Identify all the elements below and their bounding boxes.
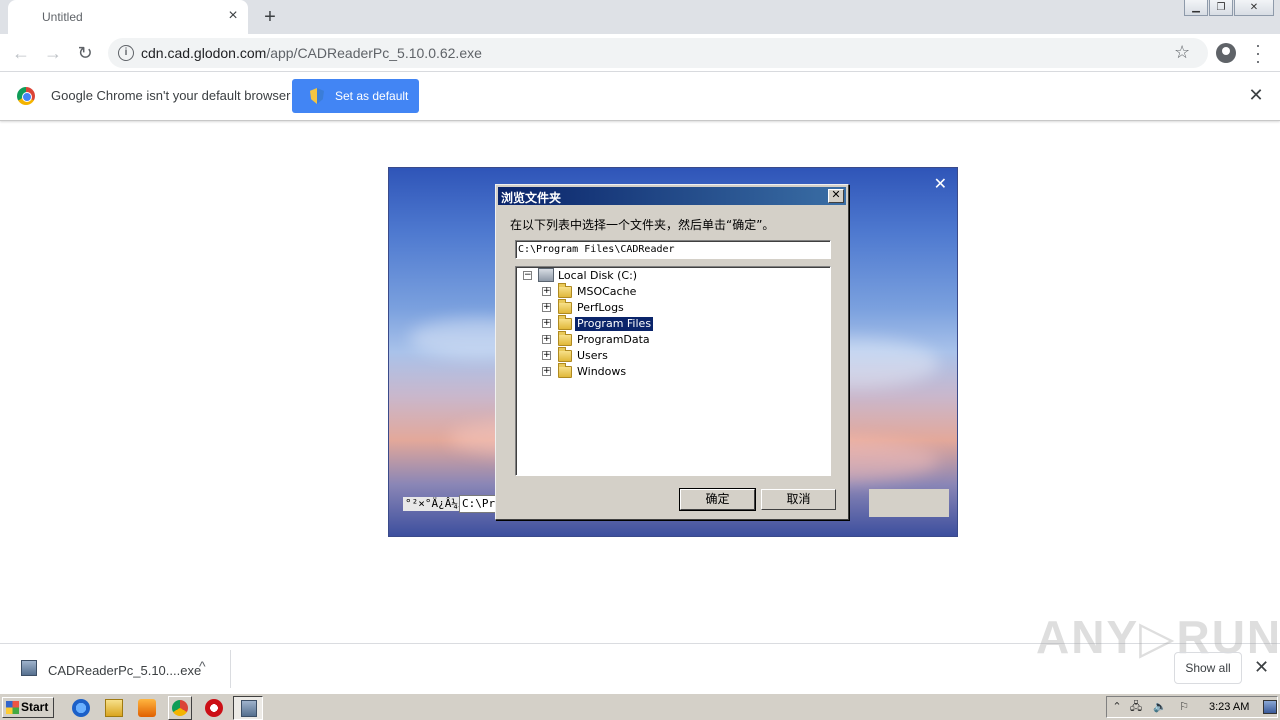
tree-folder-row[interactable]: + ProgramData xyxy=(516,331,816,348)
action-center-flag-icon[interactable]: ⚐ xyxy=(1177,701,1191,714)
expand-icon[interactable]: + xyxy=(542,367,551,376)
dialog-title: 浏览文件夹 xyxy=(501,191,562,205)
show-desktop-icon[interactable] xyxy=(1263,700,1277,714)
browse-folder-dialog: 浏览文件夹 ✕ 在以下列表中选择一个文件夹，然后单击“确定”。 C:\Progr… xyxy=(495,184,849,520)
address-bar[interactable]: i cdn.cad.glodon.com/app/CADReaderPc_5.1… xyxy=(108,38,1208,68)
shelf-divider xyxy=(230,650,231,688)
uac-shield-icon xyxy=(310,88,324,104)
folder-icon xyxy=(558,331,572,346)
infobar-close-icon[interactable]: ✕ xyxy=(1247,85,1265,106)
tree-root-label: Local Disk (C:) xyxy=(558,269,638,282)
url-path: /app/CADReaderPc_5.10.0.62.exe xyxy=(266,45,482,61)
watermark-logo: ANY▷RUN xyxy=(1036,611,1280,663)
tree-folder-row[interactable]: + MSOCache xyxy=(516,283,816,300)
browser-toolbar: ← → ↻ i cdn.cad.glodon.com/app/CADReader… xyxy=(0,34,1280,72)
tab-strip: Untitled × + ▁ ❐ ✕ xyxy=(0,0,1280,34)
installer-taskbar-icon[interactable] xyxy=(233,696,263,720)
chrome-logo-icon xyxy=(17,87,35,105)
taskbar-clock[interactable]: 3:23 AM xyxy=(1209,701,1249,713)
tree-folder-row-selected[interactable]: + Program Files xyxy=(516,315,816,332)
folder-icon xyxy=(558,299,572,314)
installer-file-icon xyxy=(21,660,37,676)
default-browser-infobar: Google Chrome isn't your default browser… xyxy=(0,72,1280,121)
cancel-button[interactable]: 取消 xyxy=(761,489,836,510)
new-tab-button[interactable]: + xyxy=(260,5,280,29)
dialog-prompt: 在以下列表中选择一个文件夹，然后单击“确定”。 xyxy=(510,218,775,232)
tree-folder-label: Program Files xyxy=(573,316,655,332)
set-as-default-button[interactable]: Set as default xyxy=(292,79,419,113)
screen: Untitled × + ▁ ❐ ✕ ← → ↻ i cdn.cad.glodo… xyxy=(0,0,1280,720)
explorer-folder-icon[interactable] xyxy=(105,699,123,717)
chevron-up-icon[interactable]: ^ xyxy=(199,658,206,674)
media-player-icon[interactable] xyxy=(138,699,156,717)
system-tray: ⌃ 🖧 🔈 ⚐ 3:23 AM xyxy=(1106,696,1278,718)
set-as-default-label: Set as default xyxy=(335,89,409,103)
download-item[interactable]: CADReaderPc_5.10....exe xyxy=(48,663,201,678)
shelf-close-icon[interactable]: ✕ xyxy=(1254,657,1269,678)
folder-icon xyxy=(558,315,572,330)
opera-icon[interactable] xyxy=(205,699,223,717)
folder-path-field[interactable]: C:\Program Files\CADReader xyxy=(515,240,831,259)
folder-tree[interactable]: − Local Disk (C:) + MSOCache + PerfLogs … xyxy=(515,266,831,476)
url-host: cdn.cad.glodon.com xyxy=(141,45,267,61)
tree-folder-row[interactable]: + Windows xyxy=(516,363,816,380)
expand-icon[interactable]: + xyxy=(542,351,551,360)
menu-dots-icon[interactable]: · · · xyxy=(1252,36,1264,70)
bookmark-star-icon[interactable]: ☆ xyxy=(1174,42,1190,63)
profile-avatar-icon[interactable] xyxy=(1216,43,1236,63)
back-arrow-icon[interactable]: ← xyxy=(8,40,34,66)
expand-icon[interactable]: + xyxy=(542,287,551,296)
start-label: Start xyxy=(21,700,49,714)
tray-expand-icon[interactable]: ⌃ xyxy=(1110,701,1124,714)
tree-folder-row[interactable]: + Users xyxy=(516,347,816,364)
info-icon[interactable]: i xyxy=(118,45,134,61)
folder-icon xyxy=(558,347,572,362)
windows-logo-icon xyxy=(6,701,19,714)
volume-icon[interactable]: 🔈 xyxy=(1153,701,1167,714)
expand-icon[interactable]: + xyxy=(542,319,551,328)
ok-button[interactable]: 确定 xyxy=(680,489,755,510)
start-button[interactable]: Start xyxy=(2,697,54,718)
download-shelf: ANY▷RUN CADReaderPc_5.10....exe ^ Show a… xyxy=(0,611,1280,693)
tree-folder-label: PerfLogs xyxy=(577,301,624,314)
tree-folder-label: Users xyxy=(577,349,608,362)
minimize-button[interactable]: ▁ xyxy=(1184,0,1208,16)
expand-icon[interactable]: + xyxy=(542,303,551,312)
tab-title: Untitled xyxy=(42,10,83,24)
infobar-message: Google Chrome isn't your default browser xyxy=(51,88,291,103)
network-icon[interactable]: 🖧 xyxy=(1129,701,1143,714)
dialog-titlebar[interactable]: 浏览文件夹 ✕ xyxy=(498,187,846,205)
taskbar: Start ⌃ 🖧 🔈 ⚐ 3:23 AM xyxy=(0,693,1280,720)
collapse-icon[interactable]: − xyxy=(523,271,532,280)
reload-icon[interactable]: ↻ xyxy=(72,40,98,66)
url-text[interactable]: cdn.cad.glodon.com/app/CADReaderPc_5.10.… xyxy=(141,45,482,61)
installer-action-button[interactable] xyxy=(869,489,949,517)
tree-folder-label: Windows xyxy=(577,365,627,378)
tree-root-row[interactable]: − Local Disk (C:) xyxy=(516,268,816,284)
dialog-close-button[interactable]: ✕ xyxy=(828,189,844,203)
browser-tab[interactable]: Untitled × xyxy=(8,0,248,34)
tree-folder-label: MSOCache xyxy=(577,285,637,298)
tree-folder-row[interactable]: + PerfLogs xyxy=(516,299,816,316)
folder-icon xyxy=(558,363,572,378)
internet-explorer-icon[interactable] xyxy=(72,699,90,717)
drive-icon xyxy=(538,268,554,282)
installer-close-icon[interactable]: ✕ xyxy=(934,174,947,194)
window-close-button[interactable]: ✕ xyxy=(1234,0,1274,16)
folder-icon xyxy=(558,283,572,298)
forward-arrow-icon[interactable]: → xyxy=(40,40,66,66)
expand-icon[interactable]: + xyxy=(542,335,551,344)
show-all-button[interactable]: Show all xyxy=(1174,652,1242,684)
chrome-taskbar-icon[interactable] xyxy=(168,696,192,720)
tree-folder-label: ProgramData xyxy=(577,333,650,346)
restore-button[interactable]: ❐ xyxy=(1209,0,1233,16)
tab-close-icon[interactable]: × xyxy=(224,7,242,25)
